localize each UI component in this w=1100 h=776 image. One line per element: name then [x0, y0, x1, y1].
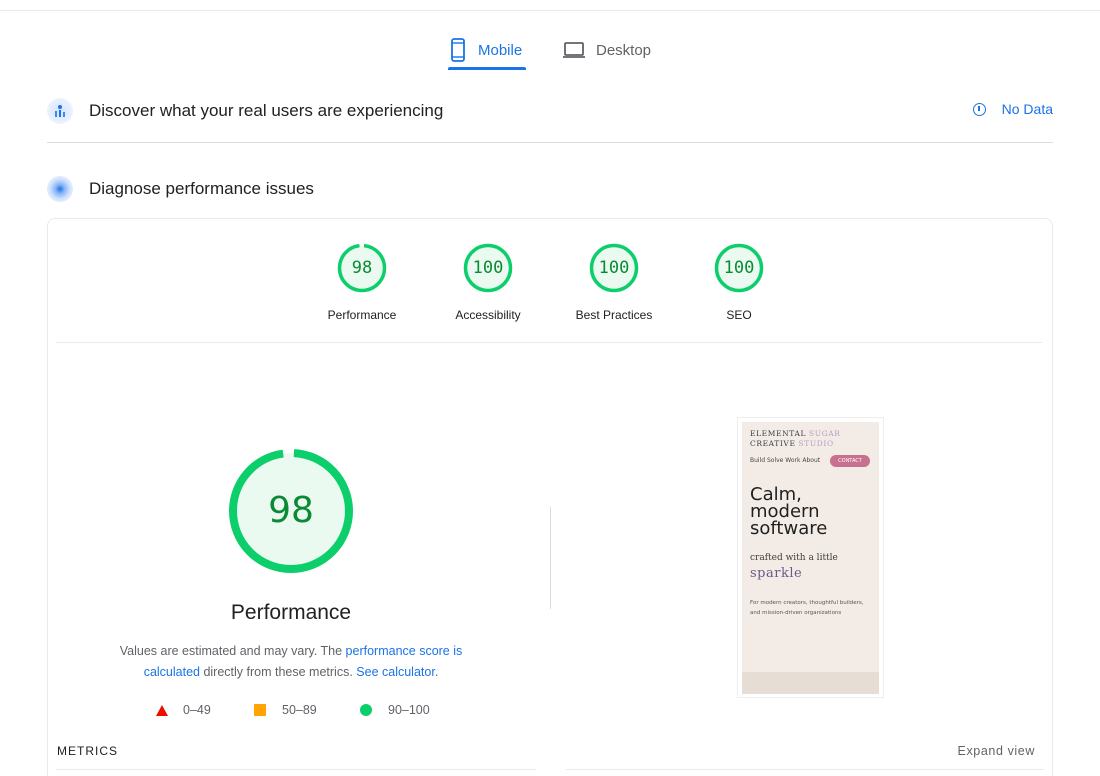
gauge-ring: 100 [463, 243, 513, 293]
laptop-icon [563, 42, 585, 58]
lab-data-section: Diagnose performance issues [47, 174, 1053, 204]
metrics-heading: METRICS [57, 744, 118, 758]
gauge-accessibility[interactable]: 100 Accessibility [433, 243, 543, 322]
users-chart-icon [47, 98, 73, 124]
smartphone-icon [451, 38, 465, 62]
screenshot-contact-button: CONTACT [830, 455, 870, 467]
desc-text-2: directly from these metrics. [199, 665, 357, 679]
field-data-section: Discover what your real users are experi… [47, 96, 1053, 126]
gauge-score: 100 [472, 258, 504, 278]
gauge-ring: 100 [714, 243, 764, 293]
circle-icon [360, 704, 372, 716]
legend-fail-label: 0–49 [183, 703, 211, 717]
section-divider [47, 142, 1053, 143]
gauge-label: Performance [327, 308, 397, 322]
gauge-best-practices[interactable]: 100 Best Practices [559, 243, 669, 322]
tab-desktop-label: Desktop [596, 41, 652, 59]
legend-fail: 0–49 [156, 703, 211, 717]
vertical-divider [550, 507, 551, 609]
performance-main-label: Performance [230, 601, 352, 624]
tab-desktop[interactable]: Desktop [562, 30, 662, 70]
gauge-score: 98 [351, 258, 373, 278]
performance-main-score: 98 [268, 490, 314, 531]
desc-text-3: . [434, 665, 439, 679]
top-border [0, 10, 1100, 11]
gauge-label: SEO [726, 308, 752, 322]
screenshot-brand-line1: ELEMENTAL SUGAR [750, 429, 841, 438]
expand-view-button[interactable]: Expand view [958, 744, 1035, 758]
gauge-score: 100 [723, 258, 755, 278]
see-calculator-link[interactable]: See calculator [356, 665, 435, 679]
metrics-divider-left [56, 769, 536, 770]
screenshot-headline: Calm, modern software [750, 484, 828, 539]
gauge-label: Best Practices [575, 308, 653, 322]
diagnose-icon [47, 176, 73, 202]
desc-text-1: Values are estimated and may vary. The [119, 644, 346, 658]
final-screenshot[interactable]: ELEMENTAL SUGAR CREATIVE STUDIO Build So… [737, 417, 884, 698]
gauge-score: 100 [598, 258, 630, 278]
screenshot-nav: Build Solve Work About [750, 457, 821, 464]
no-data-label: No Data [1001, 101, 1053, 117]
metrics-divider-right [566, 769, 1044, 770]
device-tabs: Mobile Desktop [0, 30, 1100, 70]
info-icon [972, 102, 986, 116]
lighthouse-report-card: 98 Performance 100 Accessibility 100 Bes… [47, 218, 1053, 776]
gauge-performance[interactable]: 98 Performance [307, 243, 417, 322]
gauge-seo[interactable]: 100 SEO [684, 243, 794, 322]
screenshot-brand-line2: CREATIVE STUDIO [750, 439, 834, 448]
screenshot-small-text: For modern creators, thoughtful builders… [750, 600, 864, 616]
legend-pass: 90–100 [360, 703, 430, 717]
gauge-ring: 100 [589, 243, 639, 293]
screenshot-subtitle: crafted with a little [750, 553, 838, 563]
lab-data-title: Diagnose performance issues [89, 179, 314, 198]
screenshot-sparkle: sparkle [750, 566, 803, 581]
gauge-ring: 98 [337, 243, 387, 293]
performance-main-gauge: 98 [227, 447, 355, 575]
legend-average-label: 50–89 [282, 703, 317, 717]
square-icon [254, 704, 266, 716]
field-data-title: Discover what your real users are experi… [89, 101, 444, 120]
screenshot-footer-band [742, 672, 879, 694]
active-tab-indicator [448, 67, 526, 70]
legend-pass-label: 90–100 [388, 703, 430, 717]
tab-mobile[interactable]: Mobile [448, 30, 526, 70]
gauge-label: Accessibility [455, 308, 521, 322]
screenshot-page: ELEMENTAL SUGAR CREATIVE STUDIO Build So… [742, 422, 879, 694]
legend-average: 50–89 [254, 703, 317, 717]
category-gauges: 98 Performance 100 Accessibility 100 Bes… [48, 243, 1054, 343]
no-data-link[interactable]: No Data [972, 101, 1053, 117]
gauges-divider [56, 342, 1042, 343]
tab-mobile-label: Mobile [478, 41, 523, 59]
triangle-icon [156, 704, 168, 716]
score-description: Values are estimated and may vary. The p… [101, 641, 481, 683]
